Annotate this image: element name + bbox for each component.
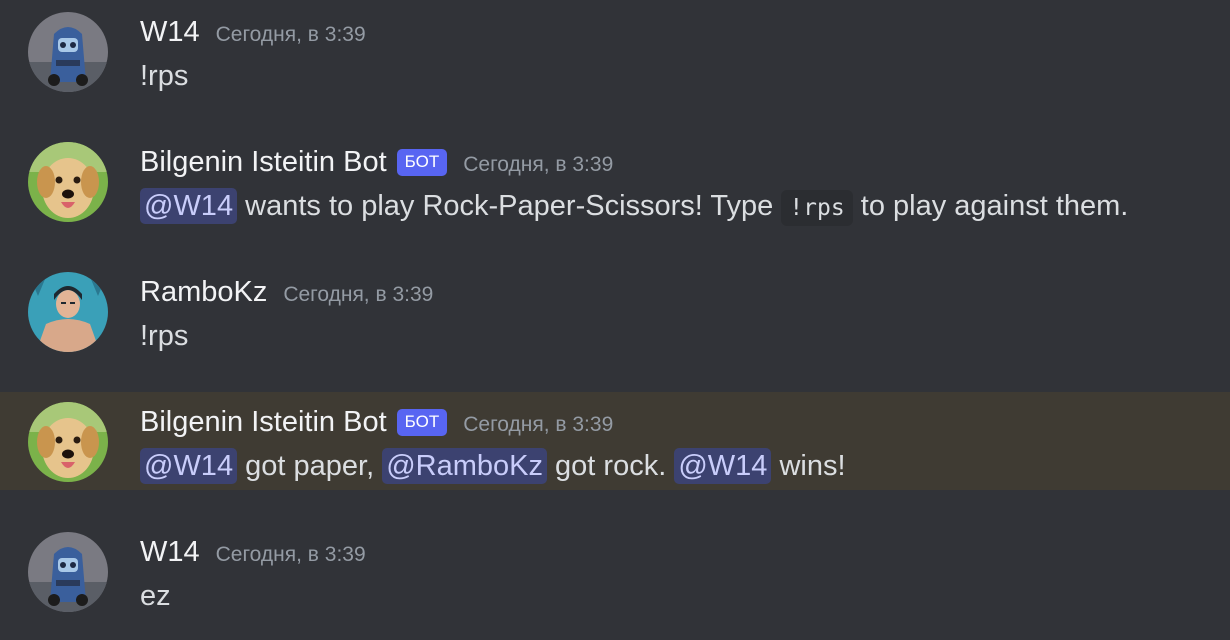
avatar[interactable] — [28, 532, 108, 612]
message-item-highlighted: Bilgenin Isteitin Bot БОТ Сегодня, в 3:3… — [0, 392, 1230, 490]
message-header: W14 Сегодня, в 3:39 — [140, 12, 366, 52]
message-content: @W14 wants to play Rock-Paper-Scissors! … — [140, 184, 1128, 230]
username[interactable]: W14 — [140, 536, 200, 569]
message-header: Bilgenin Isteitin Bot БОТ Сегодня, в 3:3… — [140, 402, 613, 442]
username[interactable]: W14 — [140, 16, 200, 49]
timestamp: Сегодня, в 3:39 — [283, 283, 434, 306]
bot-tag: БОТ — [396, 408, 448, 436]
user-mention[interactable]: @W14 — [674, 448, 772, 484]
message-text: wants to play Rock-Paper-Scissors! Type — [237, 190, 782, 222]
message-item: Bilgenin Isteitin Bot БОТ Сегодня, в 3:3… — [0, 142, 1230, 242]
avatar[interactable] — [28, 272, 108, 352]
message-content: @W14 got paper, @RamboKz got rock. @W14 … — [140, 444, 846, 488]
message-item: W14 Сегодня, в 3:39 ez — [0, 532, 1230, 632]
user-mention[interactable]: @W14 — [140, 448, 238, 484]
timestamp: Сегодня, в 3:39 — [215, 23, 366, 46]
message-text: to play against them. — [852, 190, 1129, 222]
username[interactable]: RamboKz — [140, 276, 267, 309]
avatar[interactable] — [28, 142, 108, 222]
inline-code: !rps — [781, 190, 853, 226]
message-text: got rock. — [546, 450, 675, 482]
message-header: W14 Сегодня, в 3:39 — [140, 532, 366, 572]
avatar[interactable] — [28, 402, 108, 482]
message-content: !rps — [140, 60, 189, 92]
user-mention[interactable]: @W14 — [140, 188, 238, 224]
user-mention[interactable]: @RamboKz — [382, 448, 547, 484]
username[interactable]: Bilgenin Isteitin Bot — [140, 406, 387, 439]
message-header: RamboKz Сегодня, в 3:39 — [140, 272, 433, 312]
message-content: !rps — [140, 320, 189, 352]
message-item: W14 Сегодня, в 3:39 !rps — [0, 12, 1230, 112]
timestamp: Сегодня, в 3:39 — [463, 413, 614, 436]
avatar[interactable] — [28, 12, 108, 92]
message-text: got paper, — [237, 450, 383, 482]
username[interactable]: Bilgenin Isteitin Bot — [140, 146, 387, 179]
bot-tag: БОТ — [396, 148, 448, 176]
message-item: RamboKz Сегодня, в 3:39 !rps — [0, 272, 1230, 372]
timestamp: Сегодня, в 3:39 — [215, 543, 366, 566]
message-text: wins! — [771, 450, 846, 482]
chat-message-list: W14 Сегодня, в 3:39 !rps Bilgenin Isteit… — [0, 0, 1230, 640]
message-content: ez — [140, 580, 171, 612]
timestamp: Сегодня, в 3:39 — [463, 153, 614, 176]
message-header: Bilgenin Isteitin Bot БОТ Сегодня, в 3:3… — [140, 142, 613, 182]
